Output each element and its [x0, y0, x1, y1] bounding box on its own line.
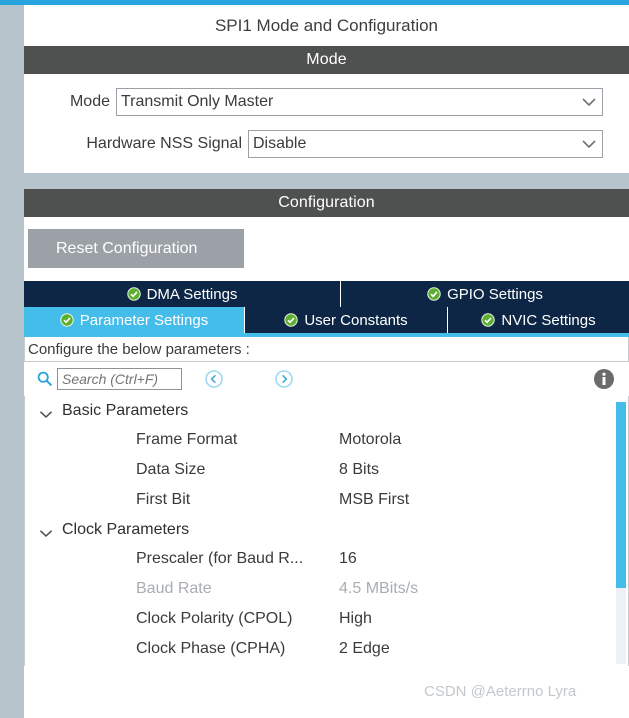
configuration-section-header: Configuration: [24, 189, 629, 217]
mode-dropdown-value: Transmit Only Master: [121, 93, 274, 110]
parameter-value: 16: [339, 550, 357, 567]
mode-dropdown[interactable]: Transmit Only Master: [116, 88, 603, 116]
mode-field-label: Mode: [69, 93, 110, 110]
page-title: SPI1 Mode and Configuration: [24, 5, 629, 46]
circle-right-arrow-icon[interactable]: [274, 369, 294, 389]
parameter-tree: Basic Parameters Frame Format Motorola D…: [24, 396, 629, 666]
check-circle-icon: [284, 313, 299, 327]
section-divider: [0, 173, 629, 189]
settings-tab-bar: DMA Settings GPIO Settings Parameter Set…: [24, 281, 629, 337]
mode-section-header: Mode: [24, 46, 629, 74]
watermark: CSDN @Aeterrno Lyra: [424, 683, 577, 700]
tab-parameter-settings[interactable]: Parameter Settings: [24, 307, 245, 333]
spi-configuration-panel: SPI1 Mode and Configuration Mode Mode Tr…: [0, 0, 629, 718]
mode-section-body: Mode Transmit Only Master Hardware NSS S…: [24, 74, 629, 173]
reset-configuration-area: Reset Configuration: [24, 217, 629, 281]
parameter-name: Frame Format: [136, 431, 238, 448]
main-panel: SPI1 Mode and Configuration Mode Mode Tr…: [0, 5, 629, 718]
parameter-group-label: Basic Parameters: [62, 401, 189, 419]
parameter-row-frame-format[interactable]: Frame Format Motorola: [25, 425, 628, 455]
parameter-value: MSB First: [339, 491, 410, 508]
parameter-name: Prescaler (for Baud R...: [136, 550, 304, 567]
left-margin-strip: [0, 5, 24, 718]
parameter-value: 4.5 MBits/s: [339, 580, 419, 597]
configure-parameters-note: Configure the below parameters :: [24, 337, 629, 362]
parameter-group-clock-parameters[interactable]: Clock Parameters: [25, 515, 628, 544]
parameter-name: Clock Polarity (CPOL): [136, 610, 293, 627]
mode-field-row: Mode Transmit Only Master: [24, 87, 629, 117]
parameter-row-prescaler[interactable]: Prescaler (for Baud R... 16: [25, 544, 628, 574]
parameter-value: 8 Bits: [339, 461, 380, 478]
parameter-group-basic-parameters[interactable]: Basic Parameters: [25, 396, 628, 425]
chevron-down-icon[interactable]: [39, 525, 57, 537]
tab-user-constants-label: User Constants: [304, 311, 408, 329]
parameter-group-label: Clock Parameters: [62, 520, 190, 538]
hardware-nss-signal-dropdown[interactable]: Disable: [248, 130, 603, 158]
search-icon: [36, 370, 54, 388]
tab-user-constants[interactable]: User Constants: [245, 307, 448, 333]
parameter-row-baud-rate: Baud Rate 4.5 MBits/s: [25, 574, 628, 604]
tab-parameter-settings-label: Parameter Settings: [79, 311, 209, 329]
parameter-value: Motorola: [339, 431, 402, 448]
settings-tab-row-1: DMA Settings GPIO Settings: [24, 281, 629, 307]
tab-gpio-settings[interactable]: GPIO Settings: [341, 281, 629, 307]
parameter-name: Data Size: [136, 461, 206, 478]
check-circle-icon: [481, 313, 496, 327]
tab-nvic-settings[interactable]: NVIC Settings: [448, 307, 629, 333]
parameter-tree-scrollbar-thumb[interactable]: [616, 402, 626, 588]
hardware-nss-signal-value: Disable: [253, 135, 307, 152]
hardware-nss-signal-label: Hardware NSS Signal: [86, 135, 242, 152]
parameter-name: First Bit: [136, 491, 191, 508]
chevron-down-icon[interactable]: [39, 406, 57, 418]
tab-dma-settings[interactable]: DMA Settings: [24, 281, 341, 307]
parameter-name: Clock Phase (CPHA): [136, 640, 286, 657]
check-circle-icon: [427, 287, 441, 301]
tab-gpio-settings-label: GPIO Settings: [447, 285, 543, 303]
reset-configuration-button[interactable]: Reset Configuration: [28, 229, 244, 268]
chevron-down-icon: [576, 97, 602, 107]
parameter-value: High: [339, 610, 372, 627]
parameter-row-clock-phase[interactable]: Clock Phase (CPHA) 2 Edge: [25, 634, 628, 664]
settings-tab-row-2: Parameter Settings User Constants NVIC S…: [24, 307, 629, 333]
tab-dma-settings-label: DMA Settings: [146, 285, 238, 303]
hardware-nss-signal-field-row: Hardware NSS Signal Disable: [24, 129, 629, 159]
chevron-down-icon: [576, 139, 602, 149]
check-circle-icon: [60, 313, 74, 327]
parameter-row-clock-polarity[interactable]: Clock Polarity (CPOL) High: [25, 604, 628, 634]
parameter-value: 2 Edge: [339, 640, 390, 657]
check-circle-icon: [126, 287, 141, 301]
circle-left-arrow-icon[interactable]: [204, 369, 224, 389]
search-input[interactable]: [57, 368, 182, 390]
parameter-row-first-bit[interactable]: First Bit MSB First: [25, 485, 628, 515]
info-circle-icon[interactable]: [593, 368, 615, 390]
parameter-name: Baud Rate: [136, 580, 212, 597]
parameter-search-toolbar: [24, 362, 629, 396]
parameter-row-data-size[interactable]: Data Size 8 Bits: [25, 455, 628, 485]
tab-nvic-settings-label: NVIC Settings: [501, 311, 596, 329]
